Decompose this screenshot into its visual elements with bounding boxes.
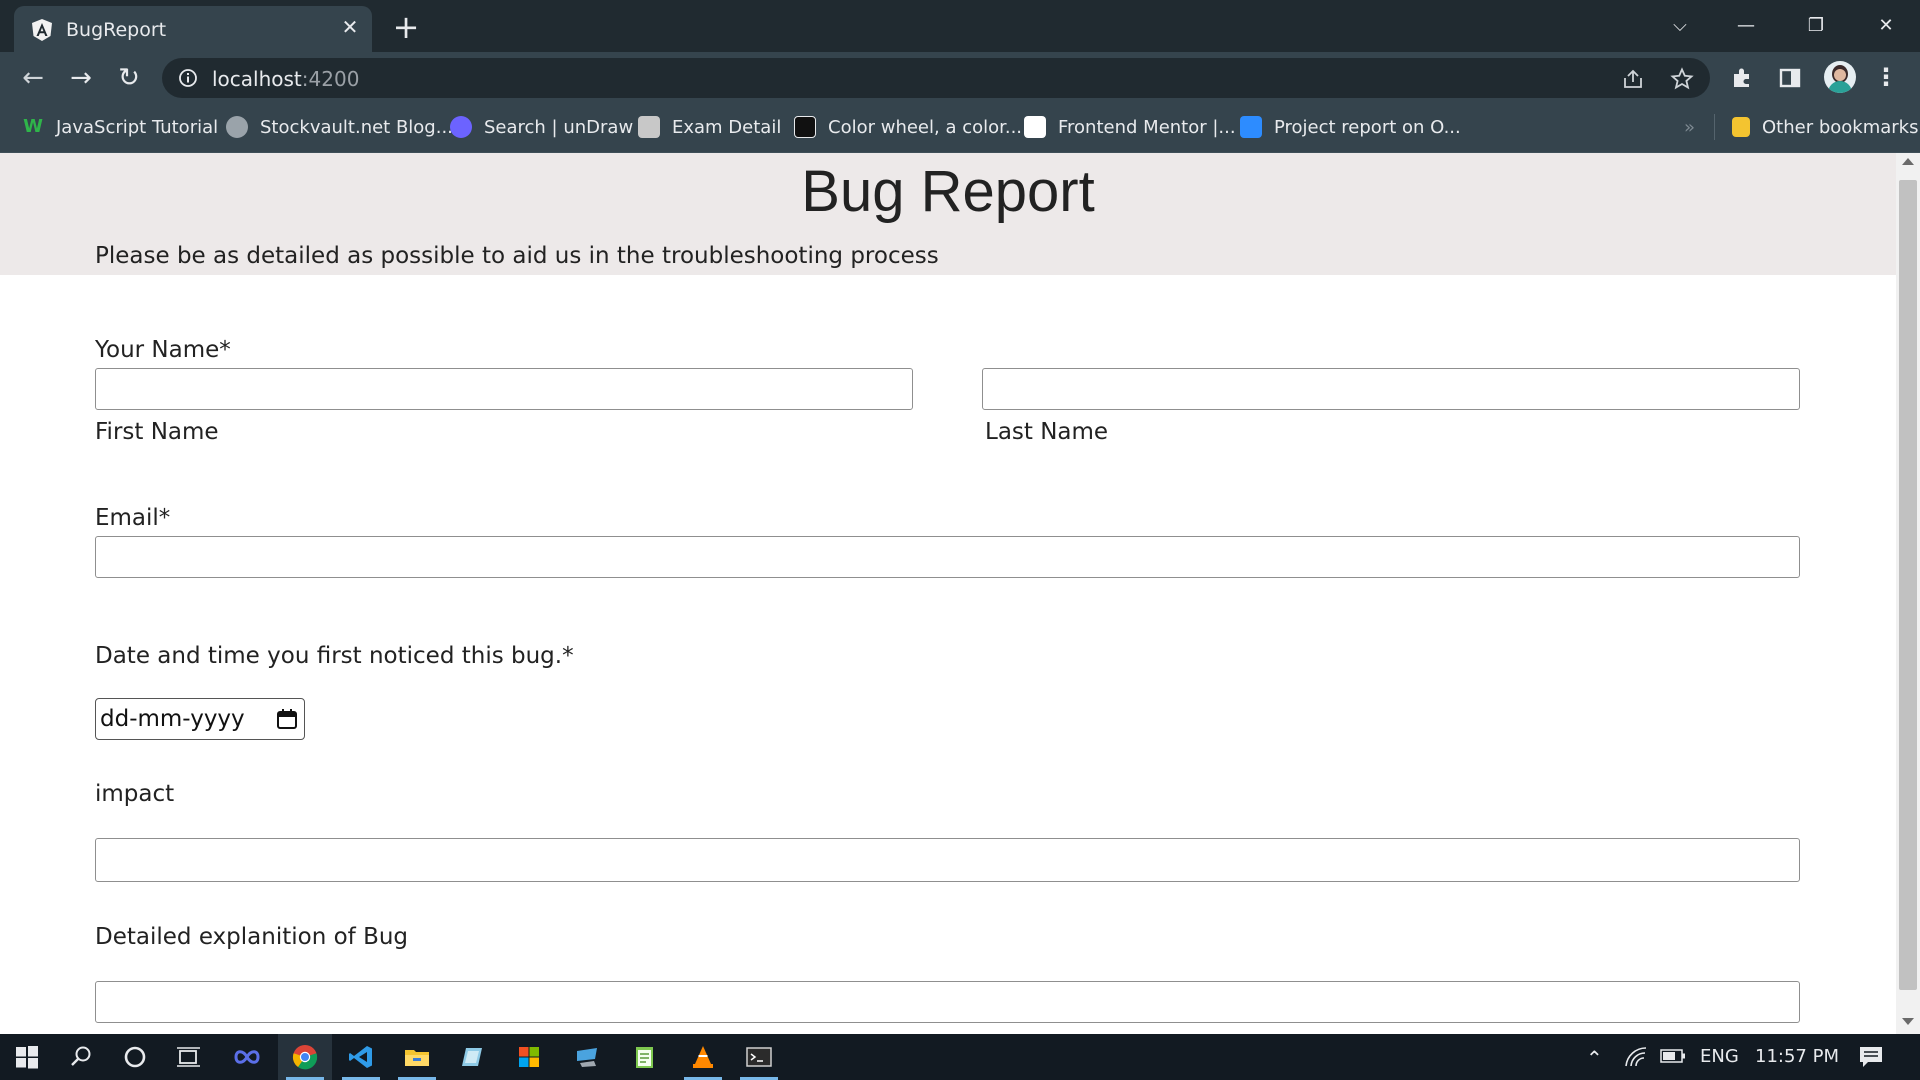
bookmark-item[interactable]: Exam Detail (638, 114, 781, 140)
date-placeholder: dd-mm-yyyy (100, 706, 245, 732)
bookmark-label: Search | unDraw (484, 116, 634, 138)
window-close-icon[interactable]: ✕ (1858, 8, 1914, 44)
bookmark-item[interactable]: Stockvault.net Blog... (226, 114, 453, 140)
clock[interactable]: 11:57 PM (1755, 1046, 1839, 1067)
scroll-thumb[interactable] (1899, 180, 1917, 990)
tab-title: BugReport (66, 19, 167, 41)
impact-label: impact (95, 781, 175, 807)
angular-icon (32, 19, 52, 41)
page-title: Bug Report (801, 159, 1095, 224)
network-icon[interactable] (1624, 1046, 1648, 1068)
file-explorer-icon[interactable] (390, 1034, 444, 1080)
first-name-input[interactable] (95, 368, 913, 410)
app-icon-2[interactable] (560, 1034, 614, 1080)
browser-toolbar: ← → ↻ localhost:4200 ⋮ (0, 52, 1920, 102)
tab-search-icon[interactable]: ⌵ (1652, 8, 1708, 44)
scroll-down-icon[interactable] (1902, 1018, 1914, 1025)
star-icon[interactable] (1670, 67, 1694, 91)
restore-icon[interactable]: ❐ (1788, 8, 1844, 44)
notepad-icon[interactable] (618, 1034, 672, 1080)
new-tab-button[interactable]: + (390, 11, 422, 44)
sidepanel-icon[interactable] (1778, 66, 1802, 90)
page-subtitle: Please be as detailed as possible to aid… (95, 243, 939, 269)
bookmark-item[interactable]: Color wheel, a color... (794, 114, 1022, 140)
windows-start-icon[interactable] (0, 1034, 54, 1080)
minimize-icon[interactable]: — (1718, 8, 1774, 44)
chevron-up-icon[interactable]: ⌃ (1586, 1046, 1603, 1070)
browser-tab[interactable]: BugReport ✕ (14, 6, 372, 52)
chrome-icon[interactable] (278, 1034, 332, 1080)
bookmark-favicon-icon (794, 116, 816, 138)
page-viewport: Bug Report Please be as detailed as poss… (0, 153, 1896, 1034)
folder-icon (1732, 117, 1750, 137)
windows-taskbar: ⌃ ENG 11:57 PM (0, 1034, 1920, 1080)
reload-icon[interactable]: ↻ (112, 61, 146, 95)
page-header: Bug Report Please be as detailed as poss… (0, 153, 1896, 275)
vscode-icon[interactable] (334, 1034, 388, 1080)
scroll-up-icon[interactable] (1902, 158, 1914, 165)
store-icon[interactable] (502, 1034, 556, 1080)
browser-tab-strip: BugReport ✕ + ⌵ — ❐ ✕ (0, 0, 1920, 52)
bookmark-label: JavaScript Tutorial (56, 116, 219, 138)
calendar-icon[interactable] (276, 708, 298, 730)
language-indicator[interactable]: ENG (1700, 1046, 1739, 1067)
impact-input[interactable] (95, 838, 1800, 882)
bookmark-favicon-icon (638, 116, 660, 138)
other-bookmarks-label: Other bookmarks (1762, 116, 1919, 138)
email-label: Email* (95, 505, 171, 531)
back-icon[interactable]: ← (16, 61, 50, 95)
vlc-icon[interactable] (676, 1034, 730, 1080)
bookmark-favicon-icon (1240, 116, 1262, 138)
bookmark-favicon-icon: W (22, 116, 44, 138)
extensions-icon[interactable] (1730, 66, 1754, 90)
first-name-label: First Name (95, 419, 219, 445)
battery-icon[interactable] (1660, 1048, 1686, 1064)
bookmark-favicon-icon (226, 116, 248, 138)
bookmarks-divider (1714, 114, 1715, 140)
task-view-icon[interactable] (162, 1034, 216, 1080)
infinity-app-icon[interactable] (220, 1034, 274, 1080)
bookmark-label: Frontend Mentor |... (1058, 116, 1236, 138)
last-name-label: Last Name (985, 419, 1109, 445)
date-label: Date and time you first noticed this bug… (95, 643, 574, 669)
bookmark-item[interactable]: W JavaScript Tutorial (22, 114, 218, 140)
tab-close-icon[interactable]: ✕ (336, 13, 364, 41)
forward-icon[interactable]: → (64, 61, 98, 95)
menu-icon[interactable]: ⋮ (1874, 64, 1898, 90)
avatar[interactable] (1824, 61, 1856, 93)
bookmark-label: Stockvault.net Blog... (260, 116, 453, 138)
detail-input[interactable] (95, 981, 1800, 1023)
app-icon[interactable] (446, 1034, 500, 1080)
site-info-icon[interactable] (178, 68, 198, 88)
address-bar[interactable]: localhost:4200 (162, 58, 1710, 98)
search-icon[interactable] (54, 1034, 108, 1080)
name-label: Your Name* (95, 337, 231, 363)
bookmark-favicon-icon (1024, 116, 1046, 138)
bookmark-favicon-icon (450, 116, 472, 138)
bookmark-label: Exam Detail (672, 116, 782, 138)
bookmark-label: Color wheel, a color... (828, 116, 1023, 138)
email-input[interactable] (95, 536, 1800, 578)
share-icon[interactable] (1622, 68, 1644, 90)
notification-icon[interactable] (1858, 1045, 1884, 1069)
bookmarks-bar: W JavaScript Tutorial Stockvault.net Blo… (0, 102, 1920, 153)
bookmarks-overflow-icon[interactable]: » (1684, 114, 1695, 140)
other-bookmarks[interactable]: Other bookmarks (1732, 114, 1918, 140)
bookmark-item[interactable]: Frontend Mentor |... (1024, 114, 1236, 140)
cortana-icon[interactable] (108, 1034, 162, 1080)
bookmark-item[interactable]: Project report on O... (1240, 114, 1461, 140)
bookmark-label: Project report on O... (1274, 116, 1461, 138)
date-input[interactable]: dd-mm-yyyy (95, 698, 305, 740)
terminal-icon[interactable] (732, 1034, 786, 1080)
bookmark-item[interactable]: Search | unDraw (450, 114, 633, 140)
last-name-input[interactable] (982, 368, 1800, 410)
url-text: localhost:4200 (212, 67, 360, 91)
detail-label: Detailed explanition of Bug (95, 924, 409, 950)
